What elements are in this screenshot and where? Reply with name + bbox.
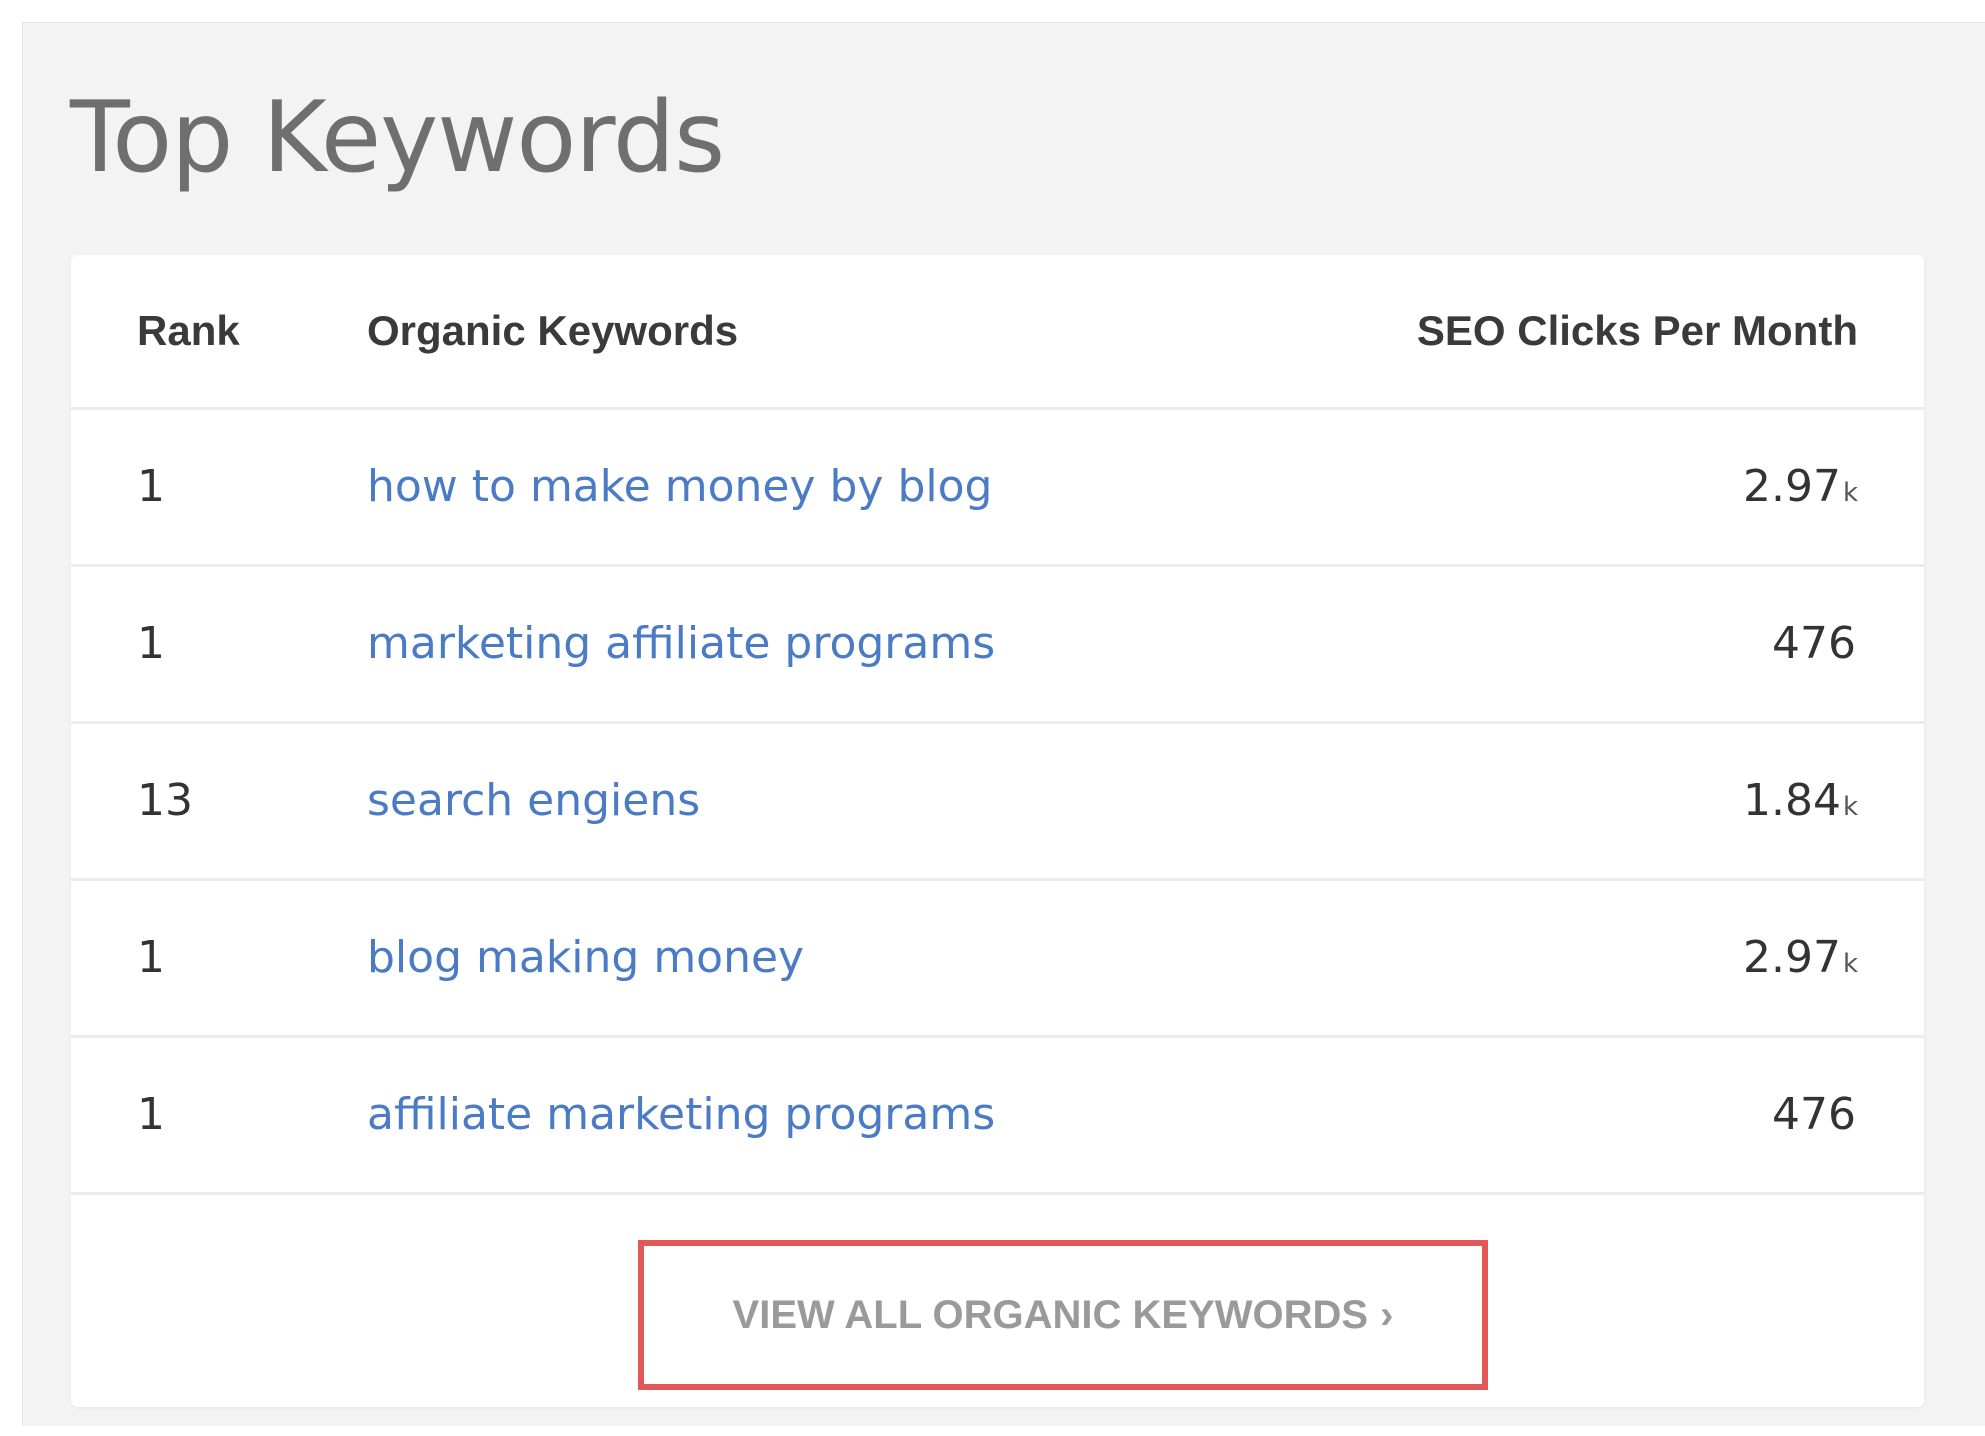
table-header-row: Rank Organic Keywords SEO Clicks Per Mon… <box>71 255 1924 410</box>
keywords-table-card: Rank Organic Keywords SEO Clicks Per Mon… <box>71 255 1924 1407</box>
column-header-clicks: SEO Clicks Per Month <box>1416 307 1858 354</box>
clicks-cell: 476 <box>1772 1038 1858 1192</box>
keyword-link[interactable]: marketing affiliate programs <box>367 567 995 721</box>
rank-cell: 1 <box>137 618 165 669</box>
column-header-keyword: Organic Keywords <box>367 307 739 354</box>
chevron-right-icon: › <box>1380 1293 1394 1337</box>
rank-cell: 1 <box>137 932 165 983</box>
table-row: 1 affiliate marketing programs 476 <box>71 1038 1924 1195</box>
clicks-value: 1.84 <box>1742 775 1841 826</box>
keyword-link[interactable]: blog making money <box>367 881 804 1035</box>
clicks-unit: k <box>1842 792 1858 822</box>
table-row: 1 how to make money by blog 2.97k <box>71 410 1924 567</box>
clicks-cell: 476 <box>1772 567 1858 721</box>
clicks-cell: 1.84k <box>1743 724 1858 878</box>
view-all-label: VIEW ALL ORGANIC KEYWORDS <box>732 1293 1369 1337</box>
clicks-value: 2.97 <box>1742 461 1841 512</box>
clicks-unit: k <box>1842 478 1858 508</box>
table-row: 1 marketing affiliate programs 476 <box>71 567 1924 724</box>
clicks-value: 476 <box>1772 1089 1856 1140</box>
clicks-value: 476 <box>1772 618 1856 669</box>
view-all-keywords-button[interactable]: VIEW ALL ORGANIC KEYWORDS › <box>644 1246 1482 1384</box>
clicks-unit: k <box>1842 949 1858 979</box>
clicks-cell: 2.97k <box>1743 410 1858 564</box>
clicks-value: 2.97 <box>1742 932 1841 983</box>
top-keywords-widget: Top Keywords Rank Organic Keywords SEO C… <box>22 22 1985 1426</box>
table-row: 1 blog making money 2.97k <box>71 881 1924 1038</box>
keyword-link[interactable]: affiliate marketing programs <box>367 1038 995 1192</box>
keyword-link[interactable]: how to make money by blog <box>367 410 992 564</box>
page-frame: Top Keywords Rank Organic Keywords SEO C… <box>0 0 1985 1436</box>
rank-cell: 1 <box>137 461 165 512</box>
table-row: 13 search engiens 1.84k <box>71 724 1924 881</box>
widget-title: Top Keywords <box>70 81 725 195</box>
column-header-rank: Rank <box>137 307 240 354</box>
keyword-link[interactable]: search engiens <box>367 724 700 878</box>
clicks-cell: 2.97k <box>1743 881 1858 1035</box>
rank-cell: 1 <box>137 1089 165 1140</box>
rank-cell: 13 <box>137 775 193 826</box>
